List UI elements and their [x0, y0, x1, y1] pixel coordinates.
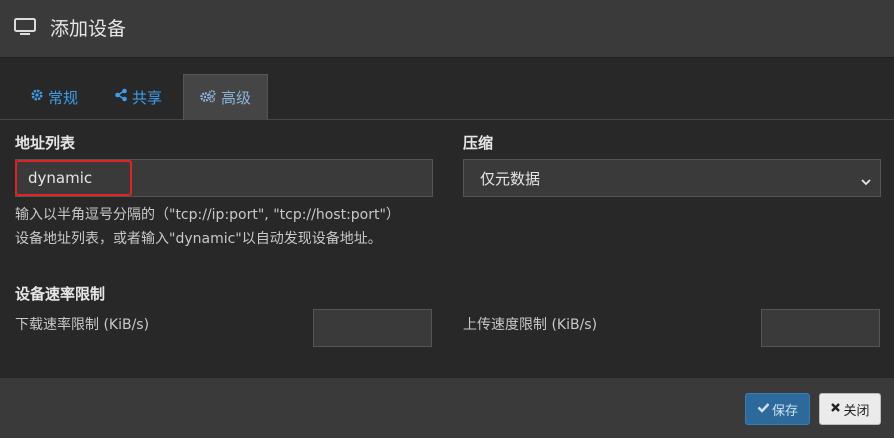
close-icon	[830, 402, 843, 417]
tab-general[interactable]: 常规	[30, 74, 78, 120]
compression-select[interactable]: 仅元数据	[463, 159, 881, 197]
compression-label: 压缩	[463, 134, 494, 152]
save-button-label: 保存	[771, 403, 798, 419]
compression-selected-value: 仅元数据	[480, 169, 541, 188]
rate-limit-label: 设备速率限制	[15, 285, 106, 303]
address-list-help-line2: 设备地址列表，或者输入"dynamic"以自动发现设备地址。	[15, 231, 382, 247]
tab-advanced-label: 高级	[221, 89, 252, 107]
share-icon	[114, 88, 132, 106]
tab-sharing-label: 共享	[132, 88, 163, 107]
save-button[interactable]: 保存	[745, 393, 810, 425]
tab-sharing[interactable]: 共享	[114, 74, 162, 120]
check-icon	[757, 402, 772, 417]
tab-advanced[interactable]: 高级	[183, 74, 268, 120]
monitor-icon	[14, 18, 36, 40]
download-rate-label: 下载速率限制 (KiB/s)	[15, 317, 150, 333]
download-rate-input[interactable]	[313, 309, 432, 347]
dialog-title: 添加设备	[50, 18, 127, 40]
address-list-label: 地址列表	[15, 134, 76, 152]
chevron-down-icon	[860, 173, 872, 191]
gears-icon	[199, 89, 221, 107]
upload-rate-label: 上传速度限制 (KiB/s)	[463, 317, 598, 333]
address-list-input[interactable]	[15, 159, 433, 197]
upload-rate-input[interactable]	[761, 309, 880, 347]
close-button-label: 关闭	[843, 403, 870, 419]
close-button[interactable]: 关闭	[819, 393, 881, 425]
gear-icon	[30, 88, 48, 106]
address-list-help-line1: 输入以半角逗号分隔的（"tcp://ip:port", "tcp://host:…	[15, 207, 400, 223]
tab-bar: 常规 共享 高级	[0, 74, 894, 120]
tab-general-label: 常规	[48, 88, 79, 107]
dialog-header: 添加设备	[0, 0, 894, 58]
